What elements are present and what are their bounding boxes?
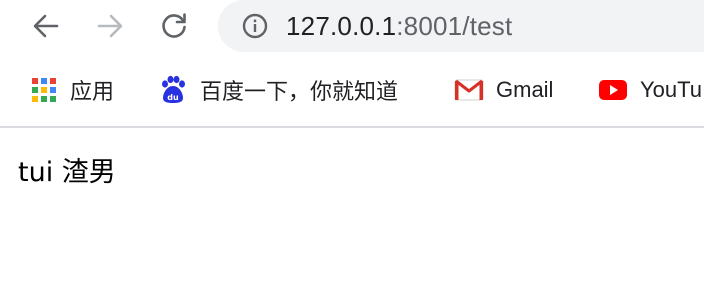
svg-text:du: du: [167, 93, 179, 102]
arrow-left-icon: [33, 14, 59, 38]
arrow-right-icon: [97, 14, 123, 38]
browser-toolbar: 127.0.0.1:8001/test: [0, 0, 704, 54]
info-circle-icon: [242, 13, 268, 39]
bookmark-apps[interactable]: 应用: [30, 74, 114, 106]
bookmark-baidu[interactable]: du 百度一下，你就知道: [158, 74, 398, 106]
page-content: tui 渣男: [0, 128, 704, 282]
url-path: :8001/test: [396, 11, 513, 41]
reload-button[interactable]: [156, 8, 192, 44]
url-host: 127.0.0.1: [286, 11, 397, 41]
bookmark-gmail[interactable]: Gmail: [454, 74, 553, 106]
url-text[interactable]: 127.0.0.1:8001/test: [286, 11, 512, 41]
youtube-icon: [599, 80, 627, 100]
bookmark-label: YouTu: [640, 77, 702, 102]
bookmarks-bar: 应用 du 百度一下，你就知道 Gmail YouTu: [0, 56, 704, 124]
browser-window: 127.0.0.1:8001/test 应用 du 百度一下，你就知道 Gmai…: [0, 0, 704, 282]
apps-grid-icon: [32, 78, 56, 102]
reload-icon: [162, 13, 186, 38]
page-body-text: tui 渣男: [18, 157, 116, 188]
site-info-button[interactable]: [242, 13, 268, 39]
gmail-icon: [454, 79, 484, 101]
forward-button[interactable]: [92, 8, 128, 44]
bookmark-label: 应用: [70, 79, 115, 104]
bookmark-label: Gmail: [496, 77, 554, 102]
address-bar[interactable]: 127.0.0.1:8001/test: [218, 0, 704, 52]
back-button[interactable]: [28, 8, 64, 44]
bookmark-youtube[interactable]: YouTu: [598, 74, 702, 106]
bookmark-label: 百度一下，你就知道: [200, 79, 399, 104]
baidu-paw-icon: du: [162, 75, 185, 103]
